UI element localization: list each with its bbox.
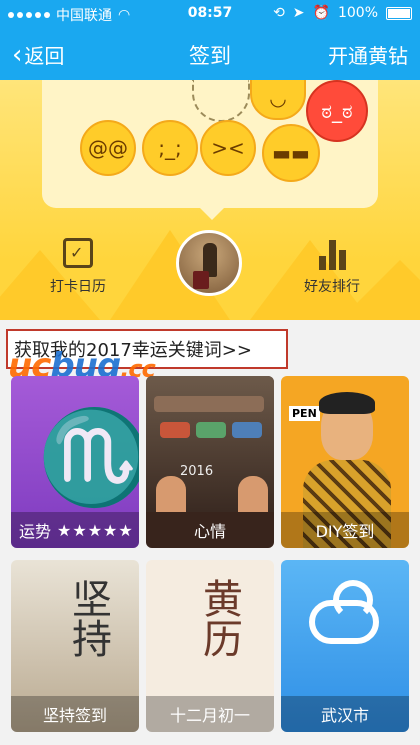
cloud-icon [309, 580, 379, 644]
tile-fortune[interactable]: ♏ 运势 ★★★★★ [11, 376, 139, 548]
tile-almanac[interactable]: 黄历 十二月初一 [146, 560, 274, 732]
back-button[interactable]: ‹ 返回 [12, 40, 64, 69]
almanac-label: 十二月初一 [146, 696, 274, 732]
checkin-calendar-button[interactable]: 打卡日历 [50, 238, 106, 296]
passenger-right [238, 476, 268, 512]
angry-emoji-icon: ಠ_ಠ [306, 80, 368, 142]
ranking-label: 好友排行 [304, 279, 360, 295]
mood-sign: 2016 [180, 464, 214, 479]
persist-calligraphy: 坚持 [65, 578, 111, 658]
rating-stars: ★★★★★ [57, 520, 134, 540]
friend-ranking-button[interactable]: 好友排行 [304, 238, 360, 296]
tile-label: 运势 ★★★★★ [11, 512, 139, 548]
checkin-banner: @@ ;_; >< ▬▬ ◡ ಠ_ಠ 打卡日历 好友排行 [0, 80, 420, 320]
back-label: 返回 [24, 44, 65, 68]
train-illustration: 2016 [146, 376, 274, 512]
cool-emoji-icon: ▬▬ [262, 124, 320, 182]
calendar-icon [63, 238, 93, 268]
status-right: ⟲ ➤ ⏰ 100% [273, 5, 412, 21]
alarm-icon: ⏰ [312, 5, 330, 21]
nav-bar: ‹ 返回 签到 开通黄钻 [0, 28, 420, 80]
almanac-calligraphy: 黄历 [196, 578, 242, 658]
status-bar: 中国联通 ◠ 08:57 ⟲ ➤ ⏰ 100% [0, 0, 420, 28]
tile-weather[interactable]: 武汉市 [281, 560, 409, 732]
battery-icon [386, 6, 412, 20]
tile-diy-checkin[interactable]: PEN DIY签到 [281, 376, 409, 548]
sweat-emoji-icon: >< [200, 120, 256, 176]
diy-label: DIY签到 [281, 512, 409, 548]
tile-persist-checkin[interactable]: 坚持 坚持签到 [11, 560, 139, 732]
chevron-left-icon: ‹ [12, 39, 23, 70]
bar-chart-icon [318, 238, 346, 270]
mood-label: 心情 [146, 512, 274, 548]
pen-tag: PEN [289, 406, 320, 421]
vip-button[interactable]: 开通黄钻 [328, 40, 408, 69]
dizzy-emoji-icon: @@ [80, 120, 136, 176]
luggage-decor [160, 422, 190, 438]
avatar[interactable] [176, 230, 242, 296]
weather-label: 武汉市 [281, 696, 409, 732]
rotation-lock-icon: ⟲ [273, 5, 285, 21]
luggage-decor [196, 422, 226, 438]
persist-label: 坚持签到 [11, 696, 139, 732]
fortune-label: 运势 [19, 522, 52, 541]
location-icon: ➤ [292, 5, 305, 21]
scorpio-icon: ♏ [37, 404, 139, 511]
luggage-decor [232, 422, 262, 438]
performer-hair [319, 392, 375, 414]
avatar-suitcase [193, 271, 209, 289]
luggage-rack [154, 396, 264, 412]
tile-mood[interactable]: 2016 心情 [146, 376, 274, 548]
calendar-label: 打卡日历 [50, 279, 106, 295]
battery-percent: 100% [337, 5, 378, 21]
crying-emoji-icon: ;_; [142, 120, 198, 176]
passenger-left [156, 476, 186, 512]
